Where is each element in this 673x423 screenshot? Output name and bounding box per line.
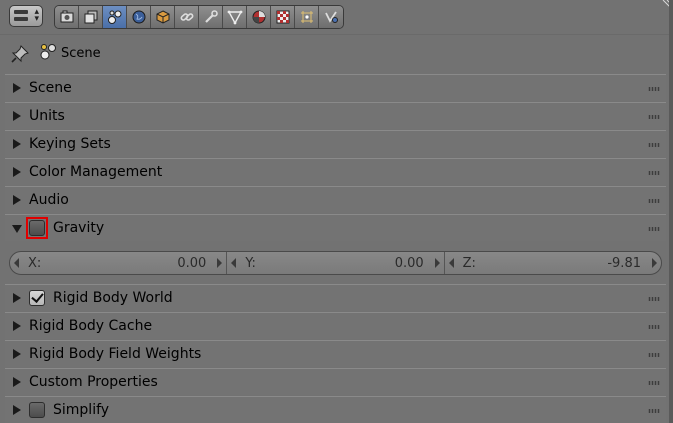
- tab-scene[interactable]: [103, 6, 127, 28]
- panel-label: Custom Properties: [29, 374, 158, 390]
- panel-label: Audio: [29, 192, 69, 208]
- world-icon: [132, 10, 145, 24]
- panel-label: Gravity: [53, 220, 105, 236]
- panel-gravity[interactable]: Gravity: [5, 214, 666, 241]
- panel-keying-sets[interactable]: Keying Sets: [5, 130, 666, 157]
- gravity-z-field[interactable]: Z: -9.81: [445, 252, 661, 274]
- panel-label: Color Management: [29, 164, 163, 180]
- drag-grip-icon[interactable]: [648, 325, 660, 329]
- tab-physics[interactable]: [319, 6, 343, 28]
- panel-label: Rigid Body Field Weights: [29, 346, 202, 362]
- disclosure-triangle-icon[interactable]: [13, 195, 21, 205]
- panel-label: Simplify: [53, 402, 110, 418]
- context-tabs: [54, 5, 344, 29]
- panel-scene[interactable]: Scene: [5, 74, 666, 101]
- disclosure-triangle-icon[interactable]: [13, 83, 21, 93]
- decrement-arrow-icon[interactable]: [231, 258, 237, 268]
- field-value: 0.00: [394, 256, 424, 271]
- panel-label: Rigid Body Cache: [29, 318, 153, 334]
- disclosure-triangle-icon[interactable]: [13, 349, 21, 359]
- field-label: Y:: [245, 256, 256, 271]
- field-label: X:: [28, 256, 42, 271]
- pin-icon[interactable]: [10, 44, 30, 64]
- tab-render-layers[interactable]: [79, 6, 103, 28]
- context-path: Scene: [0, 36, 669, 72]
- panel-rigid-body-world[interactable]: Rigid Body World: [5, 284, 666, 311]
- particles-icon: [300, 11, 313, 23]
- properties-header: ▴ ▾: [0, 0, 673, 35]
- disclosure-triangle-icon[interactable]: [13, 167, 21, 177]
- drag-grip-icon[interactable]: [648, 297, 660, 301]
- region-divider: [669, 0, 673, 423]
- data-icon: [227, 10, 242, 25]
- disclosure-triangle-icon[interactable]: [13, 139, 21, 149]
- drag-grip-icon[interactable]: [648, 143, 660, 147]
- tab-modifiers[interactable]: [199, 6, 223, 28]
- tab-world[interactable]: [127, 6, 151, 28]
- panel-label: Keying Sets: [29, 136, 111, 152]
- tab-render[interactable]: [55, 6, 79, 28]
- drag-grip-icon[interactable]: [648, 115, 660, 119]
- rigid-body-world-checkbox[interactable]: [29, 290, 45, 306]
- disclosure-triangle-icon[interactable]: [13, 377, 21, 387]
- highlight-box: [26, 217, 48, 239]
- panel-label: Scene: [29, 80, 72, 96]
- gravity-x-field[interactable]: X: 0.00: [10, 252, 228, 274]
- scene-icon: [40, 44, 56, 60]
- simplify-checkbox[interactable]: [29, 402, 45, 418]
- physics-icon: [325, 11, 338, 23]
- panel-audio[interactable]: Audio: [5, 186, 666, 213]
- drag-grip-icon[interactable]: [648, 87, 660, 91]
- constraints-icon: [180, 13, 193, 21]
- increment-arrow-icon[interactable]: [217, 258, 223, 268]
- drag-grip-icon[interactable]: [648, 199, 660, 203]
- gravity-y-field[interactable]: Y: 0.00: [227, 252, 445, 274]
- panel-label: Rigid Body World: [53, 290, 173, 306]
- drag-grip-icon[interactable]: [648, 353, 660, 357]
- disclosure-triangle-icon[interactable]: [12, 225, 22, 233]
- drag-grip-icon[interactable]: [648, 381, 660, 385]
- properties-editor-icon: [14, 10, 28, 14]
- tab-material[interactable]: [247, 6, 271, 28]
- panel-label: Units: [29, 108, 65, 124]
- disclosure-triangle-icon[interactable]: [13, 405, 21, 415]
- drag-grip-icon[interactable]: [648, 409, 660, 413]
- object-icon: [156, 10, 169, 24]
- material-icon: [252, 10, 265, 24]
- panel-color-management[interactable]: Color Management: [5, 158, 666, 185]
- panel-simplify[interactable]: Simplify: [5, 396, 666, 423]
- panel-custom-properties[interactable]: Custom Properties: [5, 368, 666, 395]
- texture-icon: [276, 10, 289, 24]
- disclosure-triangle-icon[interactable]: [13, 111, 21, 121]
- disclosure-triangle-icon[interactable]: [13, 293, 21, 303]
- drag-grip-icon[interactable]: [648, 227, 660, 231]
- tab-data[interactable]: [223, 6, 247, 28]
- modifiers-icon: [204, 10, 218, 23]
- render-icon: [60, 10, 73, 23]
- drag-grip-icon[interactable]: [648, 171, 660, 175]
- panel-units[interactable]: Units: [5, 102, 666, 129]
- decrement-arrow-icon[interactable]: [448, 258, 454, 268]
- chevron-updown-icon: ▴ ▾: [34, 7, 39, 24]
- field-label: Z:: [462, 256, 476, 271]
- increment-arrow-icon[interactable]: [651, 258, 657, 268]
- panel-rigid-body-cache[interactable]: Rigid Body Cache: [5, 312, 666, 339]
- panel-rigid-body-field-weights[interactable]: Rigid Body Field Weights: [5, 340, 666, 367]
- properties-editor-icon-bar: [14, 17, 28, 21]
- tab-texture[interactable]: [271, 6, 295, 28]
- context-scene-label: Scene: [61, 46, 101, 61]
- tab-constraints[interactable]: [175, 6, 199, 28]
- render-layers-icon: [84, 10, 97, 24]
- gravity-vector: X: 0.00 Y: 0.00 Z: -9.81: [9, 251, 662, 275]
- field-value: 0.00: [177, 256, 207, 271]
- editor-type-button[interactable]: ▴ ▾: [9, 5, 43, 27]
- tab-object[interactable]: [151, 6, 175, 28]
- scene-icon: [107, 10, 121, 24]
- increment-arrow-icon[interactable]: [434, 258, 440, 268]
- disclosure-triangle-icon[interactable]: [13, 321, 21, 331]
- field-value: -9.81: [607, 256, 641, 271]
- decrement-arrow-icon[interactable]: [14, 258, 19, 268]
- tab-particles[interactable]: [295, 6, 319, 28]
